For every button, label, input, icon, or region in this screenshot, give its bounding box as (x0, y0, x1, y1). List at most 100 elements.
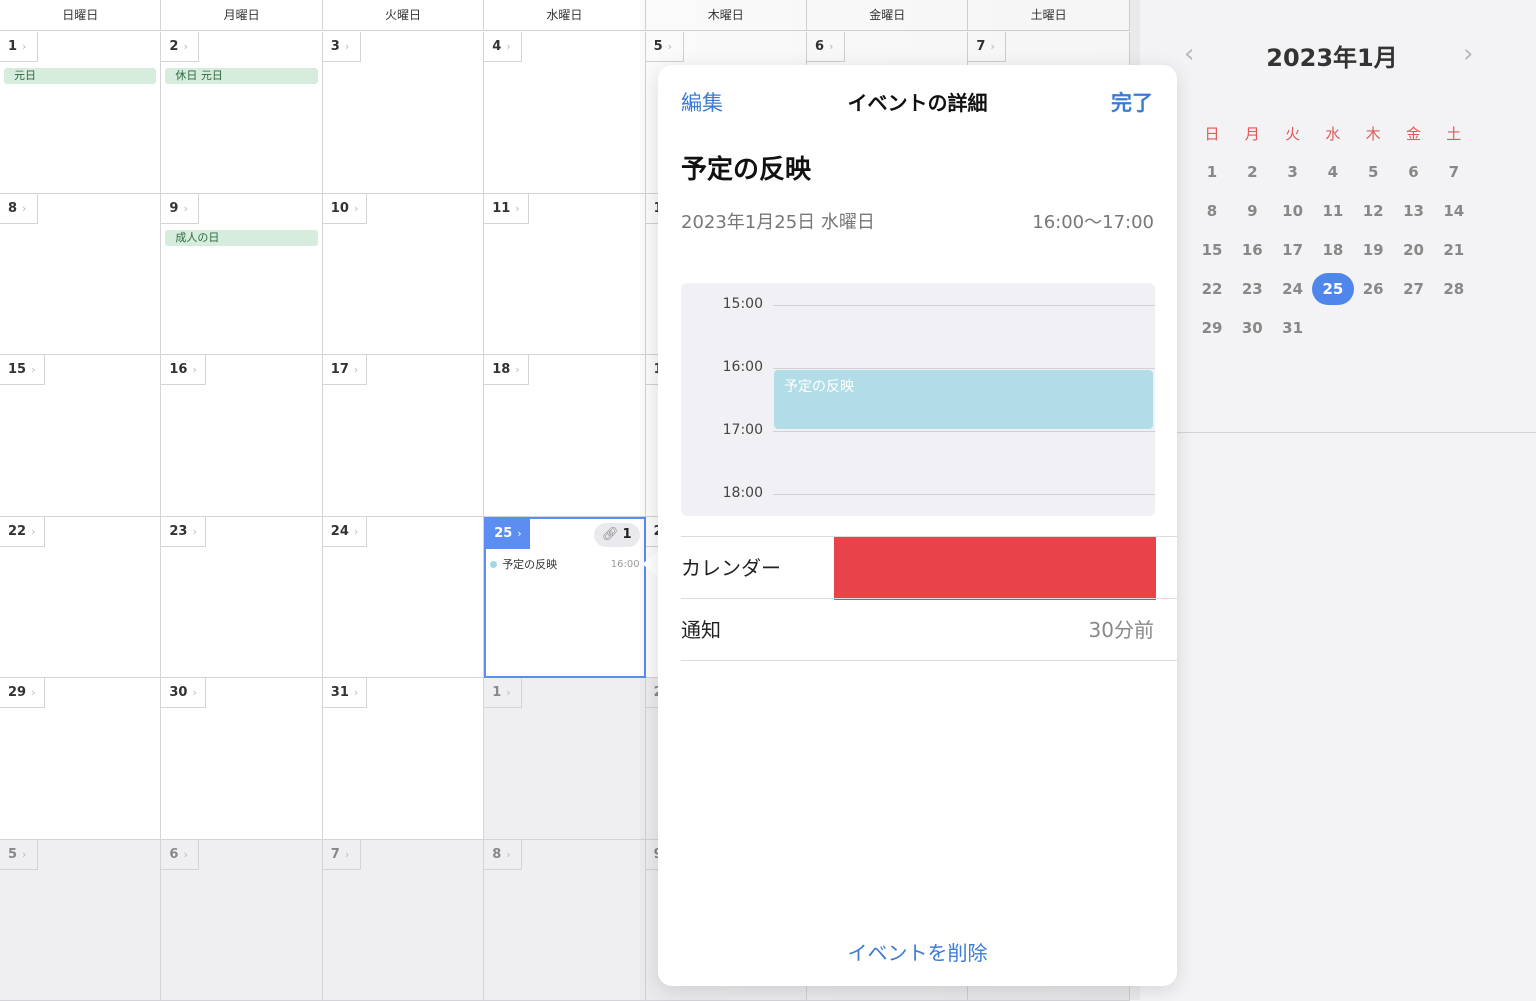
mini-day[interactable]: 11 (1313, 195, 1353, 227)
day-number-button[interactable]: 17› (323, 355, 368, 385)
edit-button[interactable]: 編集 (681, 87, 723, 117)
day-cell[interactable]: 2›休日 元日 (161, 32, 322, 194)
day-cell[interactable]: 15› (0, 355, 161, 517)
day-number-button[interactable]: 1› (484, 678, 522, 708)
day-number-button[interactable]: 7› (968, 32, 1006, 62)
day-cell[interactable]: 18› (484, 355, 645, 517)
day-cell[interactable]: 3› (323, 32, 484, 194)
linked-event-badge[interactable]: 🔗︎1 (594, 523, 640, 547)
mini-day[interactable]: 5 (1353, 156, 1393, 188)
delete-event-button[interactable]: イベントを削除 (658, 937, 1177, 966)
day-number-button[interactable]: 6› (807, 32, 845, 62)
day-cell[interactable]: 10› (323, 194, 484, 356)
mini-day[interactable]: 17 (1273, 234, 1313, 266)
day-number-button[interactable]: 6› (161, 840, 199, 870)
day-number-button[interactable]: 16› (161, 355, 206, 385)
mini-day[interactable]: 6 (1394, 156, 1434, 188)
mini-day[interactable]: 16 (1232, 234, 1272, 266)
day-cell[interactable]: 31› (323, 678, 484, 840)
day-number: 8 (8, 201, 17, 216)
day-cell[interactable]: 23› (161, 517, 322, 679)
day-cell[interactable]: 6› (161, 840, 322, 1001)
mini-day[interactable]: 4 (1313, 156, 1353, 188)
day-cell[interactable]: 11› (484, 194, 645, 356)
mini-day[interactable]: 21 (1434, 234, 1474, 266)
timeline-hour-label: 17:00 (681, 422, 763, 438)
day-cell[interactable]: 9›成人の日 (161, 194, 322, 356)
day-cell[interactable]: 7› (323, 840, 484, 1001)
mini-day[interactable]: 2 (1232, 156, 1272, 188)
mini-day[interactable]: 3 (1273, 156, 1313, 188)
day-cell[interactable]: 16› (161, 355, 322, 517)
day-number-button[interactable]: 18› (484, 355, 529, 385)
mini-day[interactable]: 31 (1273, 312, 1313, 344)
day-number-button[interactable]: 8› (484, 840, 522, 870)
day-cell[interactable]: 1›元日 (0, 32, 161, 194)
mini-day[interactable]: 18 (1313, 234, 1353, 266)
cell-event-item[interactable]: 予定の反映16:00 (490, 557, 639, 573)
day-number-button[interactable]: 10› (323, 194, 368, 224)
day-cell[interactable]: 5› (0, 840, 161, 1001)
calendar-row[interactable]: カレンダー (681, 536, 1177, 598)
day-cell[interactable]: 29› (0, 678, 161, 840)
day-number-button[interactable]: 1› (0, 32, 38, 62)
day-number-button[interactable]: 3› (323, 32, 361, 62)
day-cell[interactable]: 8› (484, 840, 645, 1001)
mini-weekday-label: 土 (1434, 123, 1474, 144)
mini-day[interactable]: 26 (1353, 273, 1393, 305)
day-number-button[interactable]: 5› (646, 32, 684, 62)
day-cell-selected[interactable]: 25› 🔗︎1 予定の反映16:00 (484, 517, 645, 679)
day-cell[interactable]: 24› (323, 517, 484, 679)
mini-day[interactable]: 23 (1232, 273, 1272, 305)
mini-day[interactable]: 8 (1192, 195, 1232, 227)
mini-day-selected[interactable]: 25 (1312, 273, 1354, 305)
day-number-button[interactable]: 30› (161, 678, 206, 708)
day-number-button[interactable]: 31› (323, 678, 368, 708)
chevron-right-icon: › (31, 686, 35, 699)
mini-day[interactable]: 24 (1273, 273, 1313, 305)
day-number-button[interactable]: 7› (323, 840, 361, 870)
weekday-header-cell: 木曜日 (646, 0, 807, 31)
day-number-button[interactable]: 24› (323, 517, 368, 547)
timeline-event-block[interactable]: 予定の反映 (774, 370, 1153, 429)
mini-day[interactable]: 10 (1273, 195, 1313, 227)
day-number: 24 (331, 524, 349, 539)
mini-day[interactable]: 13 (1394, 195, 1434, 227)
mini-day[interactable]: 28 (1434, 273, 1474, 305)
day-cell[interactable]: 17› (323, 355, 484, 517)
mini-day[interactable]: 1 (1192, 156, 1232, 188)
day-number: 1 (492, 685, 501, 700)
day-cell[interactable]: 4› (484, 32, 645, 194)
day-number-button[interactable]: 9› (161, 194, 199, 224)
mini-day[interactable]: 14 (1434, 195, 1474, 227)
mini-day[interactable]: 15 (1192, 234, 1232, 266)
day-cell[interactable]: 30› (161, 678, 322, 840)
mini-day[interactable]: 12 (1353, 195, 1393, 227)
day-number-button[interactable]: 25› (486, 519, 530, 549)
done-button[interactable]: 完了 (1111, 87, 1153, 117)
day-number-button[interactable]: 4› (484, 32, 522, 62)
mini-day[interactable]: 9 (1232, 195, 1272, 227)
mini-day[interactable]: 22 (1192, 273, 1232, 305)
day-number: 23 (169, 524, 187, 539)
mini-day[interactable]: 29 (1192, 312, 1232, 344)
day-number-button[interactable]: 8› (0, 194, 38, 224)
day-number-button[interactable]: 23› (161, 517, 206, 547)
day-number-button[interactable]: 29› (0, 678, 45, 708)
mini-day[interactable]: 27 (1394, 273, 1434, 305)
notification-value: 30分前 (1089, 599, 1154, 661)
mini-day[interactable]: 7 (1434, 156, 1474, 188)
day-number-button[interactable]: 5› (0, 840, 38, 870)
mini-day[interactable]: 19 (1353, 234, 1393, 266)
mini-day[interactable]: 20 (1394, 234, 1434, 266)
day-cell[interactable]: 8› (0, 194, 161, 356)
next-month-icon[interactable]: › (1463, 38, 1473, 70)
day-cell[interactable]: 1› (484, 678, 645, 840)
day-number-button[interactable]: 2› (161, 32, 199, 62)
day-cell[interactable]: 22› (0, 517, 161, 679)
mini-day[interactable]: 30 (1232, 312, 1272, 344)
notification-row[interactable]: 通知 30分前 (681, 598, 1177, 660)
day-number-button[interactable]: 15› (0, 355, 45, 385)
day-number-button[interactable]: 22› (0, 517, 45, 547)
day-number-button[interactable]: 11› (484, 194, 529, 224)
